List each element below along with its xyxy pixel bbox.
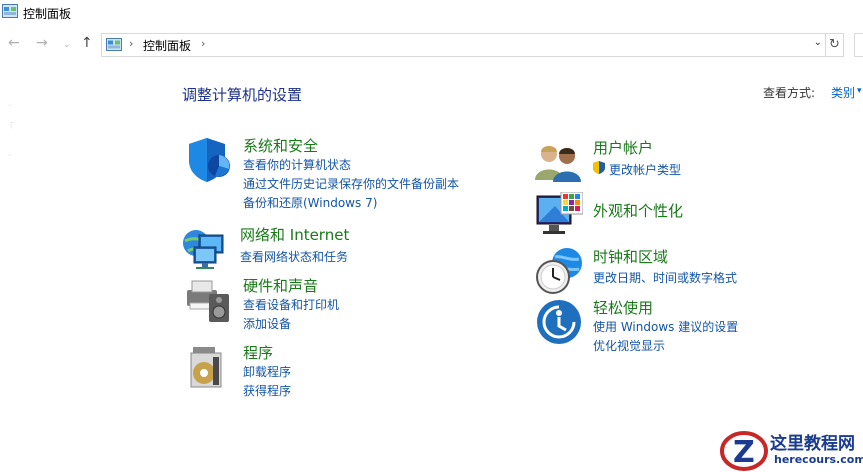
category-hardware-sound: 硬件和声音 查看设备和打印机 添加设备 — [185, 276, 505, 331]
recent-locations-chevron-icon[interactable]: ⌄ — [63, 36, 71, 54]
monitor-color-icon[interactable] — [535, 192, 583, 240]
category-title[interactable]: 轻松使用 — [593, 297, 653, 318]
link-devices-printers[interactable]: 查看设备和打印机 — [243, 296, 339, 313]
link-view-computer-status[interactable]: 查看你的计算机状态 — [243, 156, 351, 173]
category-title[interactable]: 外观和个性化 — [593, 200, 683, 221]
category-title[interactable]: 程序 — [243, 342, 273, 363]
view-by-dropdown[interactable]: 类别 — [831, 84, 855, 101]
address-bar[interactable]: › 控制面板 › ⌄ — [101, 33, 826, 57]
users-icon[interactable] — [535, 138, 583, 186]
clock-globe-icon[interactable] — [535, 247, 583, 295]
control-panel-icon — [106, 38, 122, 51]
forward-arrow-icon[interactable]: → — [36, 34, 48, 52]
breadcrumb-separator-icon[interactable]: › — [201, 37, 205, 50]
category-title[interactable]: 时钟和区域 — [593, 246, 668, 267]
nav-pane-mark: ┌ — [8, 118, 15, 129]
link-change-date-time[interactable]: 更改日期、时间或数字格式 — [593, 269, 737, 286]
category-title[interactable]: 用户帐户 — [593, 137, 653, 158]
breadcrumb-separator-icon[interactable]: › — [129, 37, 133, 50]
search-input[interactable] — [854, 33, 863, 57]
category-title[interactable]: 硬件和声音 — [243, 275, 318, 296]
address-dropdown-icon[interactable]: ⌄ — [814, 37, 822, 48]
control-panel-icon — [2, 4, 18, 18]
navigation-bar: ← → ⌄ ↑ › 控制面板 › ⌄ ↻ — [0, 30, 863, 58]
category-title[interactable]: 系统和安全 — [243, 135, 318, 156]
link-backup-restore[interactable]: 备份和还原(Windows 7) — [243, 194, 377, 211]
window-title: 控制面板 — [23, 7, 72, 21]
nav-pane-mark: - — [8, 100, 12, 111]
category-appearance: 外观和个性化 — [535, 192, 835, 242]
page-title: 调整计算机的设置 — [182, 86, 303, 104]
category-clock-region: 时钟和区域 更改日期、时间或数字格式 — [535, 246, 835, 295]
category-network-internet: 网络和 Internet 查看网络状态和任务 — [182, 225, 502, 270]
refresh-button[interactable]: ↻ — [825, 33, 844, 57]
link-network-status[interactable]: 查看网络状态和任务 — [240, 248, 348, 265]
breadcrumb-control-panel[interactable]: 控制面板 — [143, 37, 191, 54]
link-get-programs[interactable]: 获得程序 — [243, 382, 291, 399]
title-bar: 控制面板 — [0, 0, 863, 28]
programs-disc-icon[interactable] — [185, 343, 233, 391]
link-uninstall-program[interactable]: 卸载程序 — [243, 363, 291, 380]
watermark-text: 这里教程网 — [770, 434, 855, 454]
view-by-label: 查看方式: — [763, 86, 816, 100]
watermark-url: herecours.com — [774, 453, 863, 466]
svg-text:Z: Z — [733, 435, 755, 470]
category-user-accounts: 用户帐户 更改帐户类型 — [535, 138, 835, 183]
printer-speaker-icon[interactable] — [185, 276, 233, 324]
watermark-emblem-icon: Z — [720, 431, 768, 471]
link-add-device[interactable]: 添加设备 — [243, 315, 291, 332]
category-system-security: 系统和安全 查看你的计算机状态 通过文件历史记录保存你的文件备份副本 备份和还原… — [185, 136, 505, 211]
category-title[interactable]: 网络和 Internet — [240, 224, 349, 245]
nav-pane-mark: - — [8, 150, 12, 161]
uac-shield-icon — [593, 161, 605, 174]
link-recommended-settings[interactable]: 使用 Windows 建议的设置 — [593, 318, 738, 335]
link-change-account-type[interactable]: 更改帐户类型 — [609, 161, 681, 178]
watermark-logo: Z 这里教程网 herecours.com — [712, 427, 863, 472]
ease-of-access-icon[interactable] — [535, 298, 583, 346]
refresh-icon: ↻ — [829, 37, 840, 52]
network-globe-icon[interactable] — [182, 225, 230, 273]
view-by-chevron-icon[interactable]: ▾ — [857, 86, 862, 96]
link-file-history[interactable]: 通过文件历史记录保存你的文件备份副本 — [243, 175, 459, 192]
link-optimize-visual[interactable]: 优化视觉显示 — [593, 337, 665, 354]
back-arrow-icon[interactable]: ← — [8, 34, 20, 52]
up-arrow-icon[interactable]: ↑ — [81, 34, 93, 52]
category-programs: 程序 卸载程序 获得程序 — [185, 343, 505, 398]
security-shield-icon[interactable] — [185, 136, 233, 184]
category-ease-of-access: 轻松使用 使用 Windows 建议的设置 优化视觉显示 — [535, 298, 835, 353]
